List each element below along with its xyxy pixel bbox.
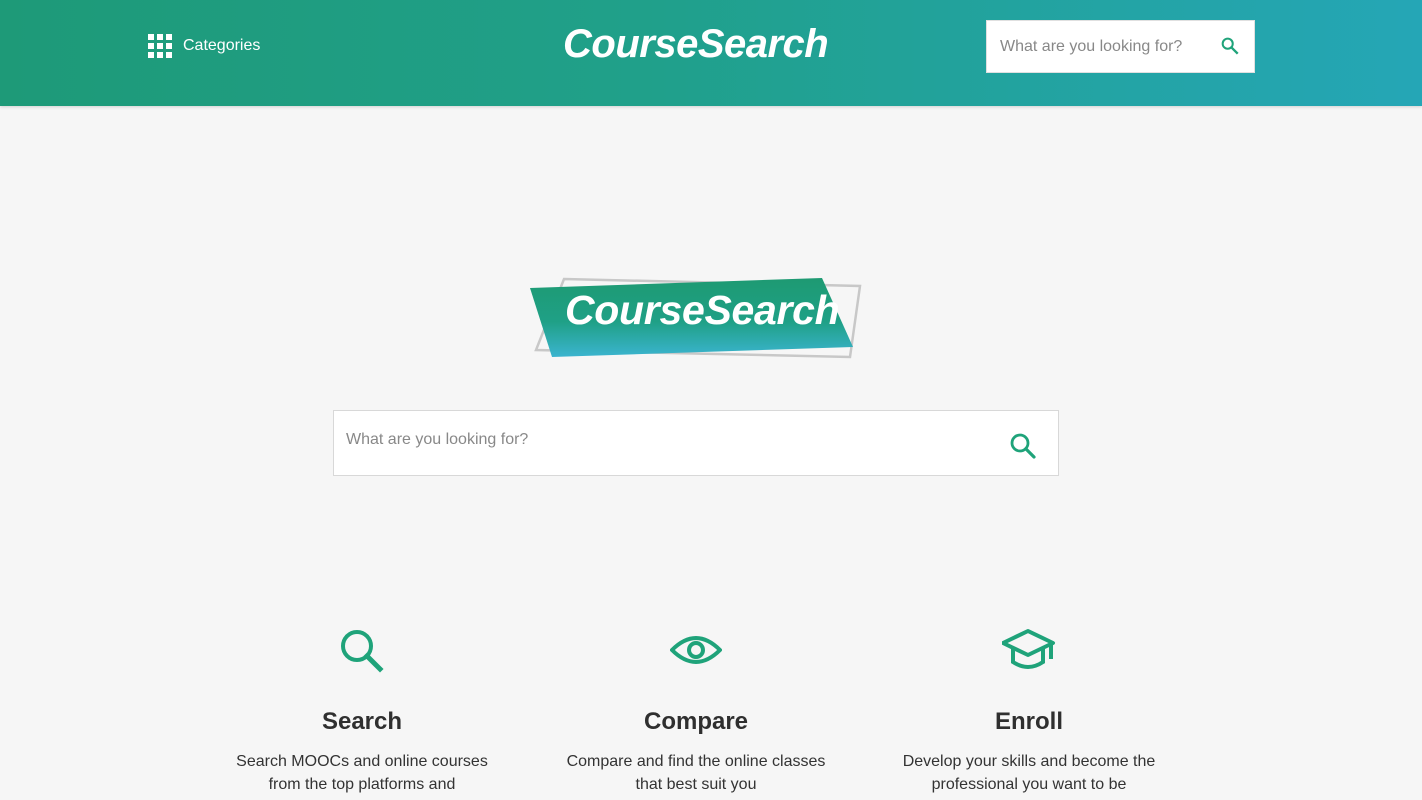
search-icon: [341, 630, 384, 673]
eye-icon: [670, 636, 722, 664]
feature-enroll: Enroll Develop your skills and become th…: [879, 622, 1179, 796]
categories-menu-button[interactable]: Categories: [148, 34, 260, 58]
grid-menu-icon: [148, 34, 172, 58]
feature-title: Search: [321, 708, 403, 735]
main-search-input[interactable]: [346, 431, 986, 449]
feature-text: Search MOOCs and online courses from the…: [236, 753, 488, 793]
header-search-input[interactable]: [987, 37, 1207, 56]
feature-compare: Compare Compare and find the online clas…: [546, 622, 846, 796]
header-search-icon[interactable]: [1219, 35, 1241, 57]
logo-text: CourseSearch: [565, 287, 840, 333]
main-search-icon[interactable]: [1008, 431, 1038, 461]
categories-label: Categories: [183, 37, 261, 54]
main-search-box: [333, 410, 1059, 476]
feature-search: Search Search MOOCs and online courses f…: [212, 622, 512, 796]
feature-text: Develop your skills and become the profe…: [902, 753, 1156, 793]
graduation-cap-icon: [1002, 629, 1055, 669]
feature-title: Enroll: [994, 708, 1063, 735]
feature-text: Compare and find the online classes that…: [566, 753, 826, 793]
brand-logo-link[interactable]: CourseSearch: [563, 22, 829, 67]
feature-title: Compare: [643, 708, 749, 735]
header-search-box: [986, 20, 1255, 73]
top-header: Categories CourseSearch: [0, 0, 1422, 106]
